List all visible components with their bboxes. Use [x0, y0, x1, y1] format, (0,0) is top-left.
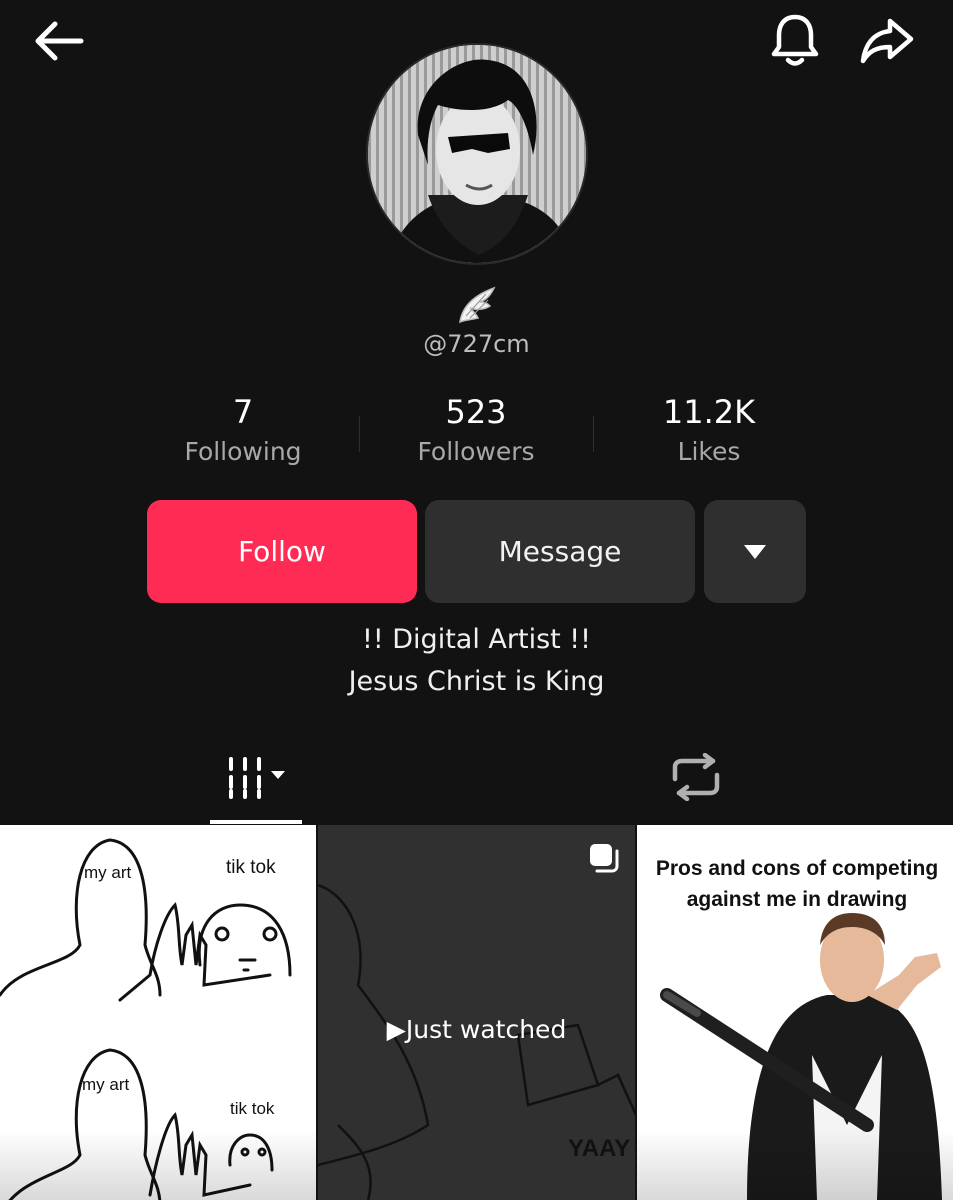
- avatar-photo: [368, 45, 586, 263]
- multiple-posts-icon: [587, 841, 621, 875]
- followers-count: 523: [445, 393, 507, 431]
- follow-button[interactable]: Follow: [147, 500, 417, 603]
- tab-videos[interactable]: [210, 744, 302, 810]
- profile-avatar[interactable]: [366, 43, 588, 265]
- tab-reposts[interactable]: [660, 744, 732, 810]
- meme-text: my art: [82, 1075, 130, 1094]
- following-label: Following: [184, 437, 302, 466]
- stat-likes[interactable]: 11.2K Likes: [609, 392, 809, 470]
- stat-divider: [359, 416, 360, 452]
- repost-icon: [672, 753, 720, 801]
- arrow-left-icon: [35, 21, 84, 61]
- person-photo: [637, 913, 953, 1200]
- share-button[interactable]: [852, 12, 922, 70]
- notification-button[interactable]: [764, 10, 826, 70]
- likes-count: 11.2K: [662, 393, 756, 431]
- bio-line-2: Jesus Christ is King: [348, 666, 605, 697]
- video-grid: my art tik tok my art tik tok ▶Just watc…: [0, 825, 953, 1200]
- following-count: 7: [232, 393, 254, 431]
- likes-label: Likes: [677, 437, 741, 466]
- more-options-button[interactable]: [704, 500, 806, 603]
- grid-dropdown-icon: [229, 757, 285, 799]
- video-tile[interactable]: Pros and cons of competing against me in…: [637, 825, 953, 1200]
- caret-down-icon: [744, 544, 766, 559]
- stat-following[interactable]: 7 Following: [143, 392, 343, 470]
- username: @727cm: [423, 330, 530, 358]
- stat-followers[interactable]: 523 Followers: [376, 392, 576, 470]
- bio-line-1: !! Digital Artist !!: [362, 624, 591, 655]
- message-button[interactable]: Message: [425, 500, 695, 603]
- play-icon: ▶: [386, 1015, 406, 1044]
- bell-icon: [771, 14, 819, 66]
- sketch-text: YAAY: [568, 1135, 631, 1162]
- back-button[interactable]: [26, 14, 92, 68]
- followers-label: Followers: [417, 437, 535, 466]
- video-tile[interactable]: my art tik tok my art tik tok: [0, 825, 316, 1200]
- meme-text: my art: [84, 863, 132, 882]
- meme-drawing: [0, 838, 316, 1200]
- wing-emoji-icon: [456, 284, 498, 326]
- stat-divider: [593, 416, 594, 452]
- just-watched-label: ▶Just watched: [386, 1015, 567, 1044]
- meme-text: tik tok: [230, 1099, 275, 1118]
- video-tile[interactable]: ▶Just watched YAAY: [318, 825, 635, 1200]
- share-arrow-icon: [860, 18, 914, 64]
- meme-text: tik tok: [226, 857, 276, 878]
- tab-active-indicator: [210, 820, 302, 824]
